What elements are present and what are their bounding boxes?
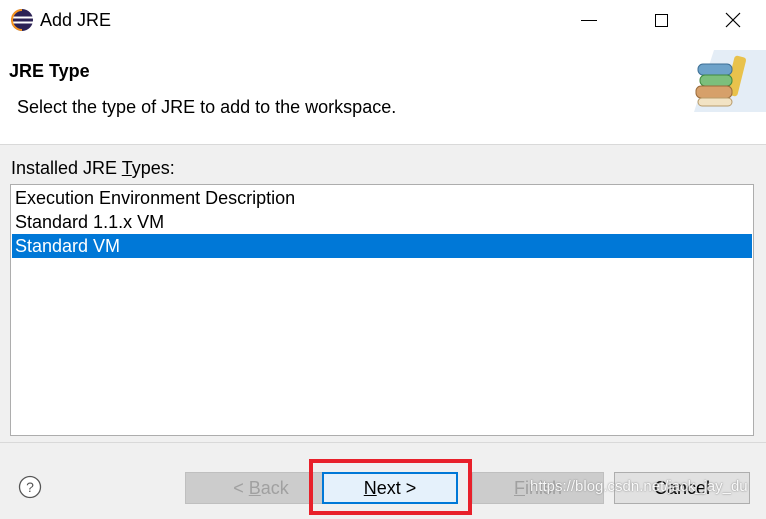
finish-mnemonic: F <box>513 478 525 498</box>
books-icon <box>694 50 766 112</box>
svg-text:?: ? <box>26 479 34 495</box>
back-suffix: ack <box>260 478 289 498</box>
minimize-button[interactable] <box>566 0 612 40</box>
label-text: Installed JRE <box>11 158 122 178</box>
back-button-label: < Back <box>233 478 289 498</box>
help-icon[interactable]: ? <box>18 475 42 499</box>
wizard-header: JRE Type Select the type of JRE to add t… <box>0 40 766 145</box>
window-title: Add JRE <box>40 10 112 30</box>
installed-jre-types-label: Installed JRE Types: <box>11 157 175 179</box>
label-mnemonic: T <box>121 158 132 178</box>
button-bar-separator <box>0 442 766 443</box>
close-button[interactable] <box>710 0 756 40</box>
maximize-button[interactable] <box>638 0 684 40</box>
eclipse-icon <box>11 9 33 31</box>
back-mnemonic: B <box>248 478 261 498</box>
back-prefix: < <box>233 478 249 498</box>
maximize-icon <box>654 13 668 27</box>
title-bar: Add JRE <box>0 0 766 40</box>
list-item-standard-1-1-x-vm[interactable]: Standard 1.1.x VM <box>12 210 752 234</box>
close-icon <box>725 12 741 28</box>
page-description: Select the type of JRE to add to the wor… <box>17 97 397 117</box>
list-item-execution-environment[interactable]: Execution Environment Description <box>12 186 752 210</box>
page-title: JRE Type <box>9 61 90 81</box>
watermark: https://blog.csdn.net/jack_jay_du <box>530 478 748 495</box>
list-item-standard-vm[interactable]: Standard VM <box>12 234 752 258</box>
label-text-rest: ypes: <box>131 158 175 178</box>
jre-type-list[interactable]: Execution Environment Description Standa… <box>10 184 754 436</box>
highlight-annotation <box>309 459 472 515</box>
minimize-icon <box>581 19 597 21</box>
